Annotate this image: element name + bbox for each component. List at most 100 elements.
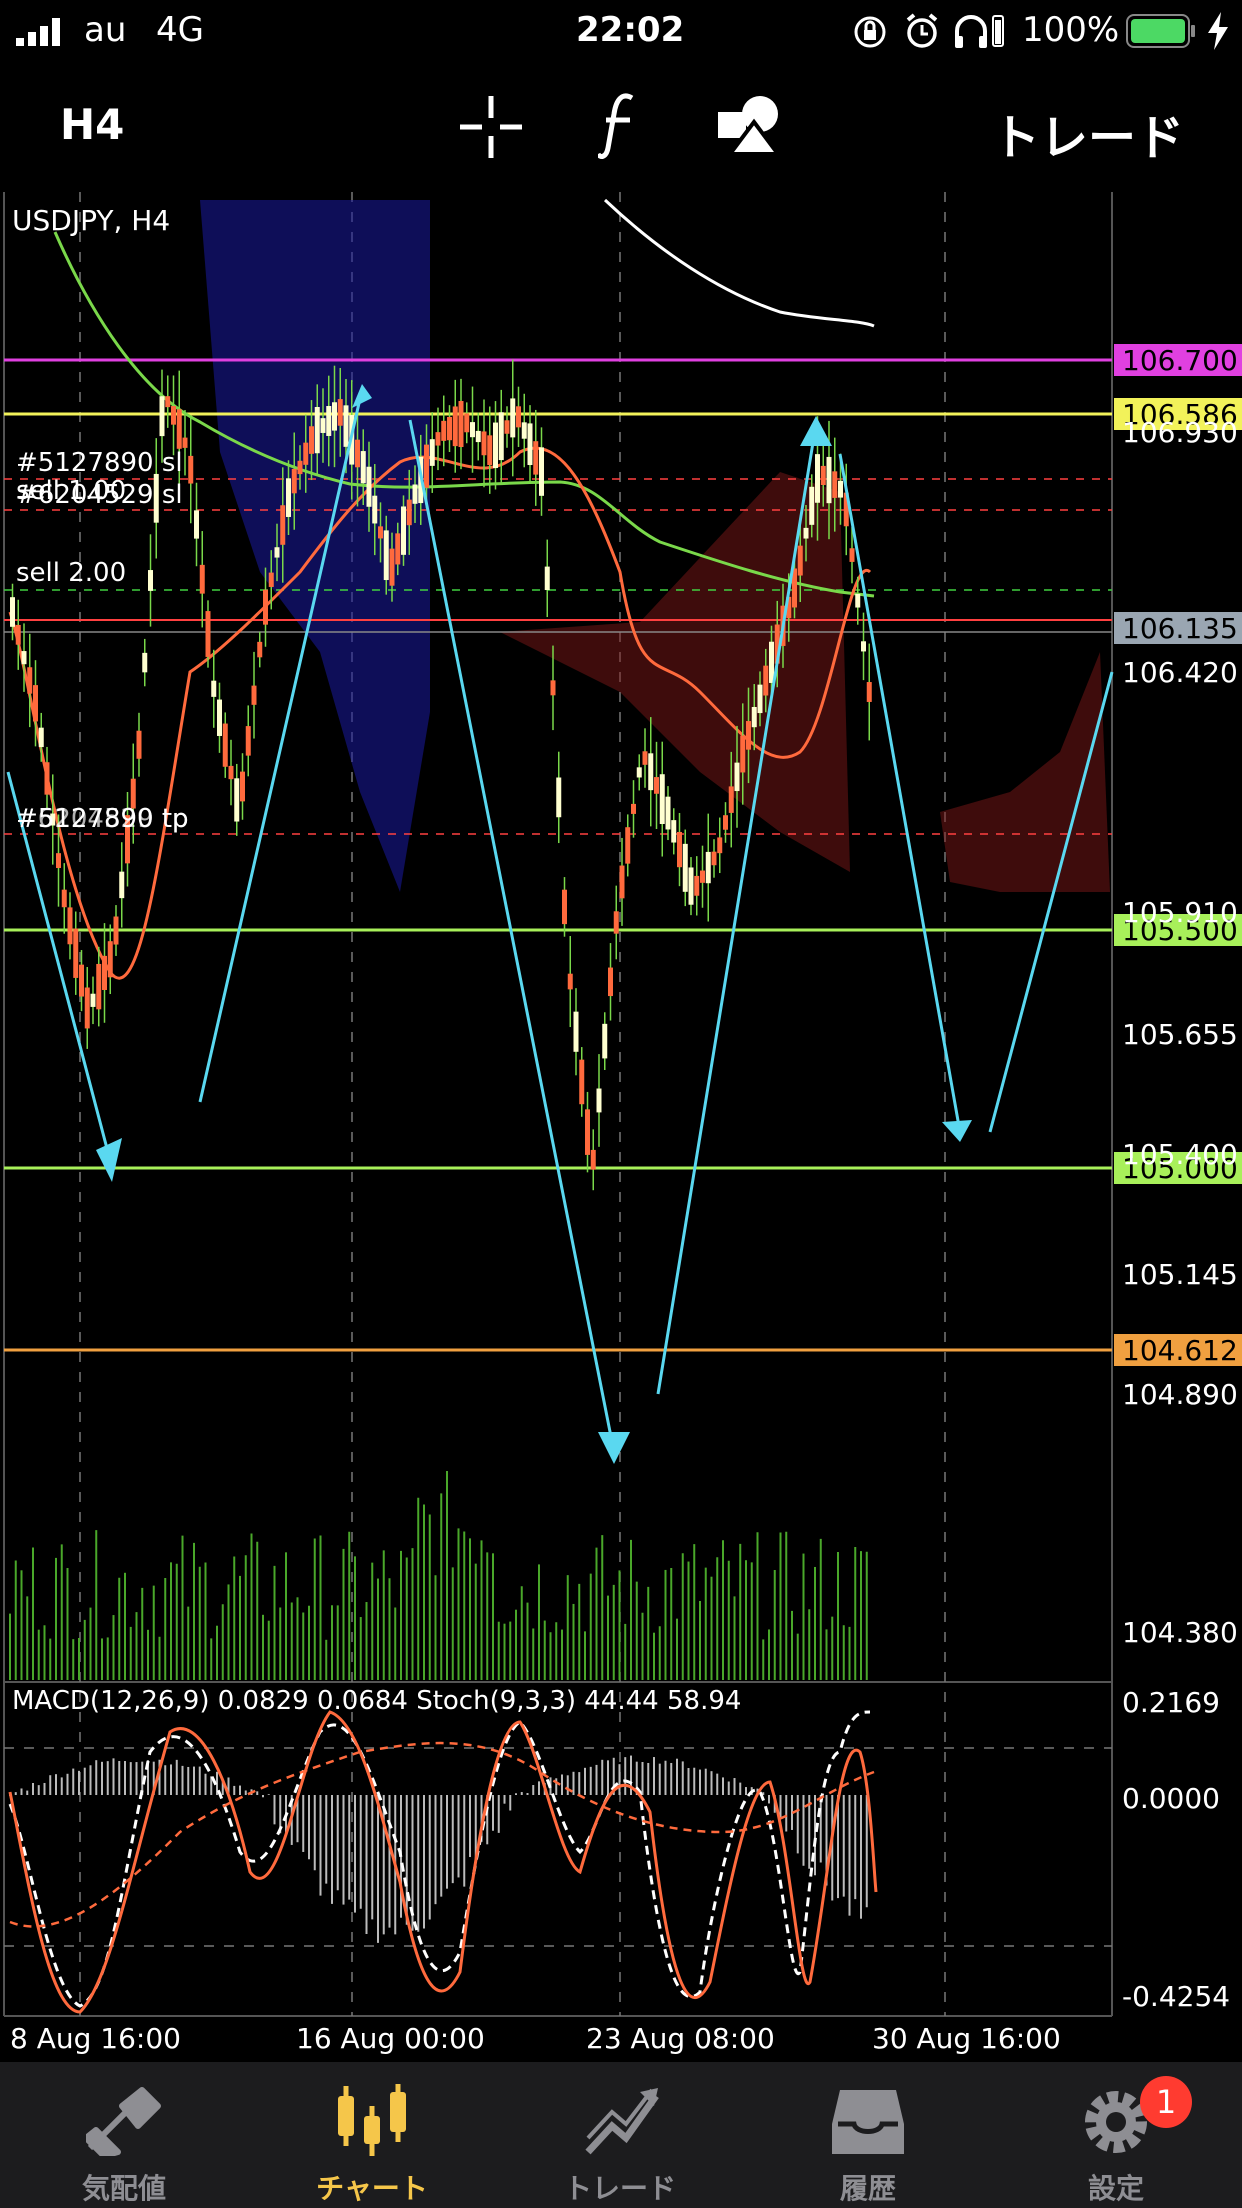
level-label: 106.135: [1122, 612, 1238, 645]
candle-body: [314, 406, 320, 454]
price-tick: 104.890: [1122, 1378, 1238, 1411]
candle-body: [274, 547, 280, 558]
candle-body: [746, 721, 751, 750]
price-tick: 104.380: [1122, 1616, 1238, 1649]
candle-body: [866, 682, 872, 702]
order-label-sl-1[interactable]: #5127890 sl: [16, 448, 183, 478]
order-label-sl-2[interactable]: #6204529 sl: [16, 480, 183, 510]
candle-body: [102, 955, 107, 990]
candle-body: [27, 667, 33, 694]
candle-body: [136, 730, 142, 759]
candle-body: [435, 432, 441, 446]
tab-history-label: 履歴: [839, 2172, 896, 2205]
macd-tick-bottom: -0.4254: [1122, 1980, 1231, 2013]
tab-chart[interactable]: チャート: [248, 2062, 496, 2208]
candle-body: [33, 685, 38, 722]
candle-body: [711, 851, 717, 866]
headphones-icon: [955, 15, 987, 48]
candle-body: [757, 684, 763, 714]
candle-body: [61, 889, 67, 908]
candle-body: [165, 396, 171, 408]
candle-body: [21, 651, 27, 665]
crosshair-icon[interactable]: [460, 96, 522, 158]
candle-body: [487, 435, 493, 466]
candle-body: [481, 431, 487, 456]
price-tick: 106.420: [1122, 656, 1238, 689]
price-tick: 106.930: [1122, 416, 1238, 449]
tab-quotes-label: 気配値: [81, 2172, 166, 2205]
candle-body: [326, 406, 332, 436]
candle-body: [608, 967, 613, 997]
tab-quotes[interactable]: 気配値: [0, 2062, 248, 2208]
candle-body: [257, 641, 263, 658]
alarm-icon: [906, 13, 938, 48]
price-tick: 105.910: [1122, 896, 1238, 929]
timeframe-button[interactable]: H4: [60, 100, 124, 149]
candle-body: [441, 420, 447, 441]
candle-body: [544, 566, 550, 591]
candle-body: [251, 685, 257, 705]
trade-button[interactable]: トレード: [992, 98, 1184, 168]
candle-body: [677, 831, 682, 868]
candle-body: [659, 774, 665, 825]
trade-icon: [585, 2088, 659, 2155]
order-label-sell-2[interactable]: sell 2.00: [16, 558, 126, 588]
level-label: 106.700: [1122, 344, 1238, 377]
candle-body: [585, 1109, 590, 1155]
candle-body: [84, 987, 90, 1029]
candle-body: [182, 437, 188, 448]
candle-body: [648, 753, 654, 791]
candle-body: [631, 803, 636, 814]
candle-body: [366, 466, 372, 507]
candle-body: [199, 564, 205, 594]
shapes-icon[interactable]: [716, 92, 782, 158]
chart-area[interactable]: 106.700 106.586 106.135 105.500 105.000 104.6…: [0, 192, 1242, 2062]
candle-body: [297, 460, 303, 475]
candle-body: [861, 641, 866, 652]
candle-body: [90, 993, 96, 1007]
candle-body: [763, 665, 769, 696]
candle-body: [567, 973, 573, 990]
time-tick-1: 8 Aug 16:00: [10, 2022, 181, 2055]
macd-stoch-label: MACD(12,26,9) 0.0829 0.0684 Stoch(9,3,3)…: [12, 1686, 742, 1716]
candle-body: [769, 641, 774, 683]
function-icon[interactable]: [598, 92, 638, 162]
candle-body: [826, 456, 832, 504]
tab-history[interactable]: 履歴: [744, 2062, 992, 2208]
candle-body: [332, 402, 337, 431]
battery-icon: [1126, 14, 1195, 48]
candle-body: [188, 455, 194, 484]
symbol-label: USDJPY, H4: [12, 204, 171, 237]
candle-body: [303, 442, 309, 465]
tab-trade[interactable]: トレード: [496, 2062, 744, 2208]
candle-body: [378, 526, 383, 539]
candle-body: [734, 762, 740, 792]
candle-body: [723, 815, 728, 830]
order-label-tp-2[interactable]: #6204529 tp: [16, 804, 189, 834]
tab-settings[interactable]: 1 設定: [992, 2062, 1240, 2208]
candle-body: [550, 680, 556, 696]
candle-body: [728, 786, 734, 813]
candle-body: [562, 889, 567, 925]
quotes-icon: [86, 2087, 161, 2156]
chart-toolbar: H4 トレード: [0, 62, 1242, 192]
candle-body: [67, 907, 73, 945]
network-type: 4G: [156, 10, 204, 50]
candle-body: [194, 510, 199, 539]
candle-body: [803, 527, 809, 539]
candle-body: [740, 735, 746, 773]
candle-body: [142, 652, 148, 673]
candle-body: [73, 928, 79, 978]
candle-body: [832, 471, 838, 498]
candle-body: [556, 777, 562, 818]
candle-body: [107, 941, 113, 978]
candle-body: [694, 875, 700, 896]
candle-body: [401, 506, 406, 555]
status-bar: au 4G 22:02 100%: [0, 0, 1242, 62]
level-label: 104.612: [1122, 1334, 1238, 1367]
candle-body: [510, 398, 516, 438]
candle-body: [521, 422, 527, 439]
candle-body: [613, 911, 619, 934]
candle-body: [360, 451, 366, 484]
candle-body: [493, 422, 498, 469]
